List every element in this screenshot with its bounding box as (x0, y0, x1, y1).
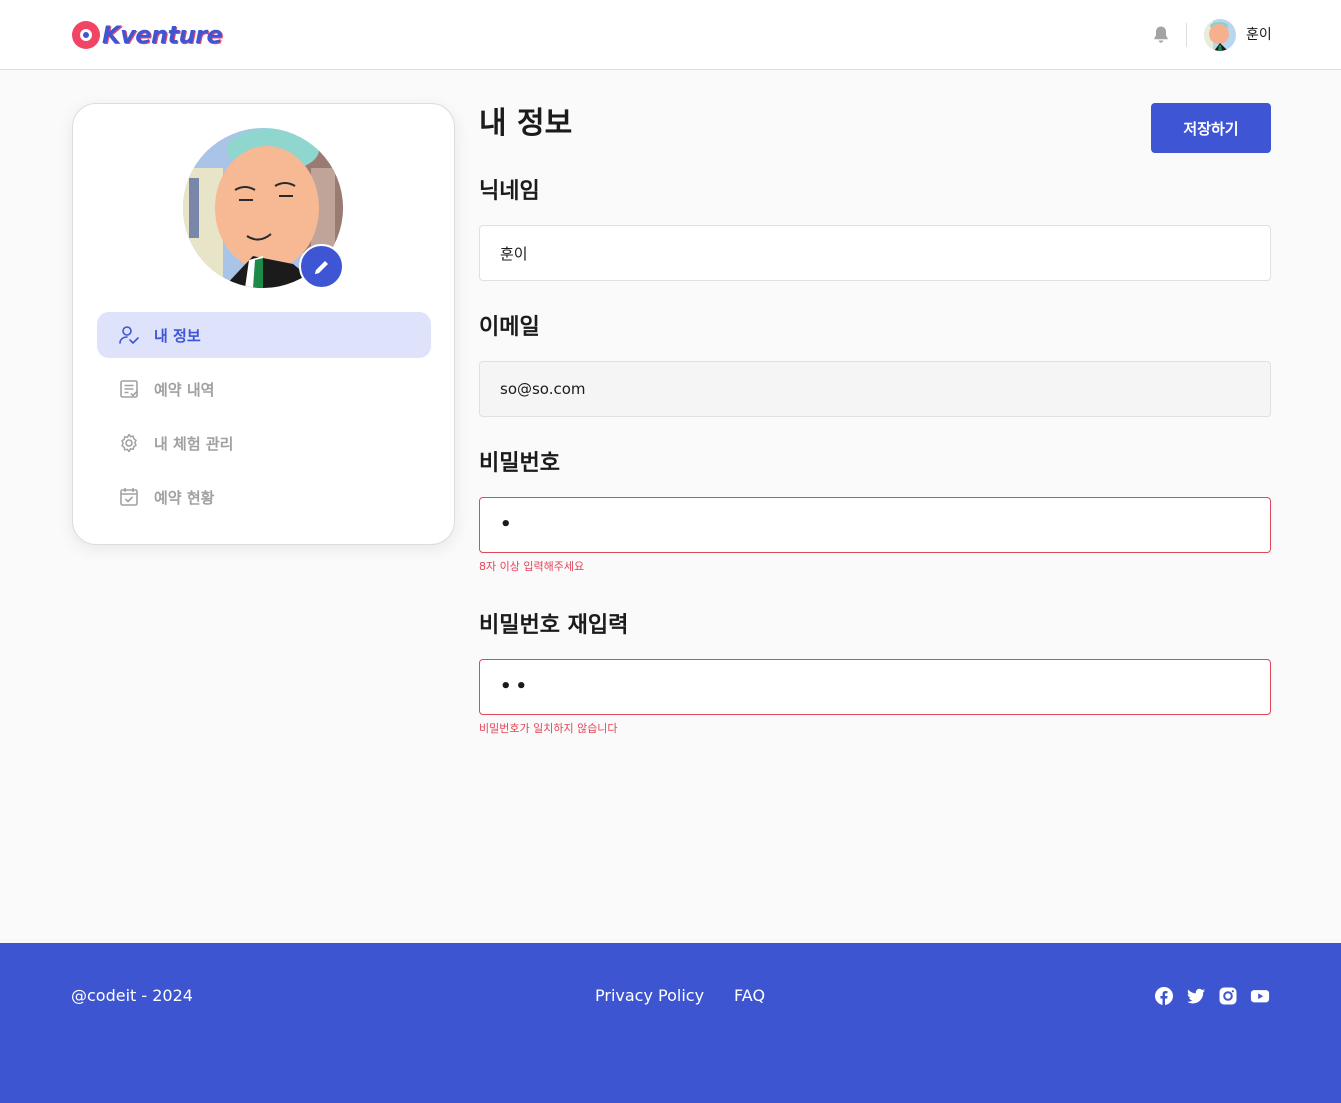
save-button[interactable]: 저장하기 (1151, 103, 1271, 153)
password-error: 8자 이상 입력해주세요 (479, 560, 585, 573)
sidebar-item-reservation-status[interactable]: 예약 현황 (97, 474, 431, 520)
email-label: 이메일 (479, 315, 540, 340)
password-value: • (500, 514, 516, 535)
profile-side-card: 내 정보 예약 내역 내 체험 관리 예약 현황 (72, 103, 455, 545)
header-nickname[interactable]: 훈이 (1246, 25, 1272, 45)
sidebar-item-label: 예약 내역 (154, 380, 215, 399)
sidebar-item-label: 내 정보 (154, 326, 201, 345)
page-title: 내 정보 (479, 106, 573, 141)
password-confirm-field[interactable]: •• (479, 659, 1271, 715)
youtube-icon[interactable] (1250, 986, 1270, 1006)
nickname-value: 훈이 (500, 244, 528, 263)
sidebar-item-label: 예약 현황 (154, 488, 215, 507)
gear-icon (118, 432, 140, 454)
list-check-icon (118, 378, 140, 400)
pencil-icon (314, 260, 328, 274)
user-check-icon (118, 324, 140, 346)
password-label: 비밀번호 (479, 451, 560, 476)
calendar-check-icon (118, 486, 140, 508)
logo-mark-icon (72, 21, 100, 49)
avatar[interactable] (1204, 19, 1236, 51)
nickname-label: 닉네임 (479, 179, 540, 204)
social-links (1154, 986, 1270, 1006)
sidebar-item-my-info[interactable]: 내 정보 (97, 312, 431, 358)
nickname-field[interactable]: 훈이 (479, 225, 1271, 281)
logo[interactable]: Kventure (72, 18, 223, 52)
sidebar-item-reservations[interactable]: 예약 내역 (97, 366, 431, 412)
logo-text: Kventure (102, 21, 223, 49)
side-menu: 내 정보 예약 내역 내 체험 관리 예약 현황 (97, 312, 431, 528)
email-field: so@so.com (479, 361, 1271, 417)
email-value: so@so.com (500, 380, 586, 398)
sidebar-item-my-experiences[interactable]: 내 체험 관리 (97, 420, 431, 466)
password-confirm-error: 비밀번호가 일치하지 않습니다 (479, 722, 618, 735)
sidebar-item-label: 내 체험 관리 (154, 434, 234, 453)
copyright-text: @codeit - 2024 (71, 986, 193, 1005)
footer-links: Privacy Policy FAQ (595, 986, 765, 1006)
facebook-icon[interactable] (1154, 986, 1174, 1006)
edit-profile-image-button[interactable] (299, 244, 344, 289)
password-field[interactable]: • (479, 497, 1271, 553)
twitter-icon[interactable] (1186, 986, 1206, 1006)
faq-link[interactable]: FAQ (734, 986, 765, 1006)
instagram-icon[interactable] (1218, 986, 1238, 1006)
bell-icon[interactable] (1152, 25, 1170, 45)
footer: @codeit - 2024 Privacy Policy FAQ (0, 943, 1341, 1103)
password-confirm-label: 비밀번호 재입력 (479, 613, 629, 638)
privacy-policy-link[interactable]: Privacy Policy (595, 986, 704, 1006)
password-confirm-value: •• (500, 676, 532, 697)
top-navbar: Kventure 훈이 (0, 0, 1341, 70)
header-divider (1186, 23, 1187, 47)
